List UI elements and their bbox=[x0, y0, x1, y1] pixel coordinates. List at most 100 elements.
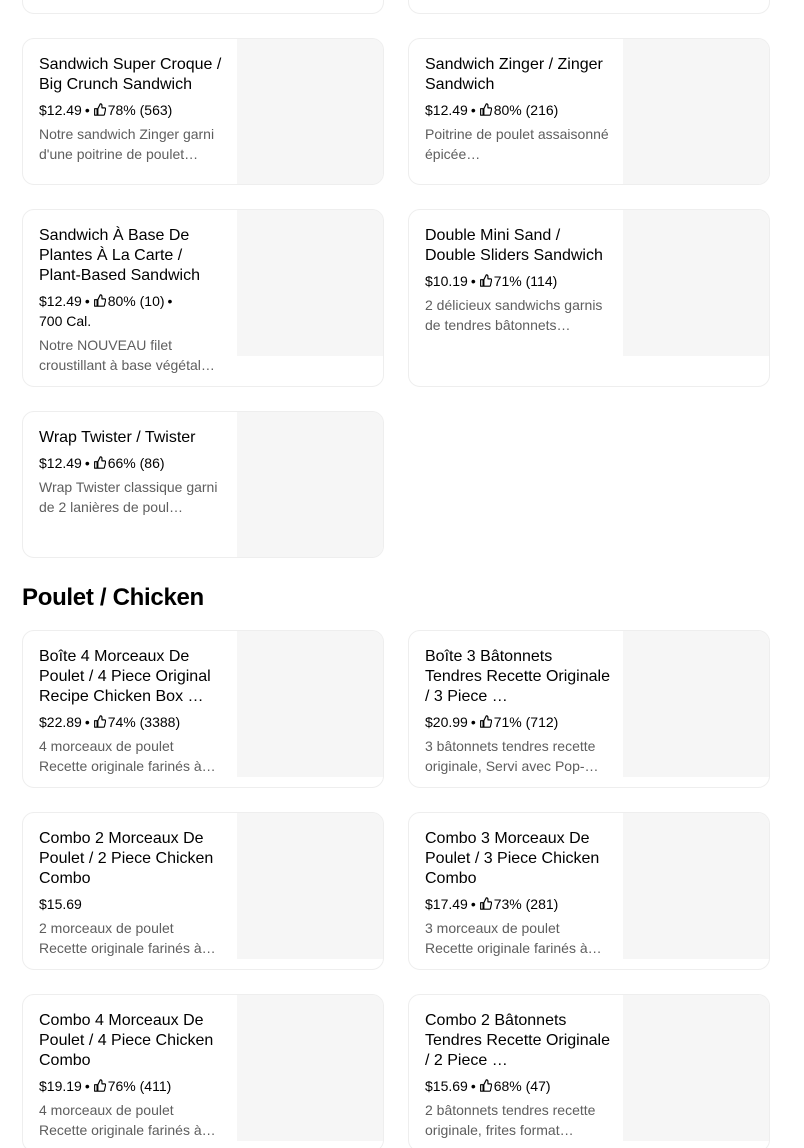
menu-item-info: Combo 2 Morceaux De Poulet / 2 Piece Chi… bbox=[39, 829, 225, 958]
menu-item-image bbox=[623, 995, 769, 1141]
menu-item-description: Poitrine de poulet assaisonné épicée… bbox=[425, 126, 609, 162]
menu-item-info: Sandwich Super Croque / Big Crunch Sandw… bbox=[39, 55, 225, 164]
menu-item-price: $19.19 bbox=[39, 1078, 82, 1094]
menu-item-price: $10.19 bbox=[425, 273, 468, 289]
menu-item-meta: $15.69 • 68% (47) bbox=[425, 1078, 551, 1094]
menu-item-meta: $12.49 • 78% (563) bbox=[39, 102, 173, 118]
menu-item-title: Combo 4 Morceaux De Poulet / 4 Piece Chi… bbox=[39, 1012, 214, 1069]
menu-item-meta: $10.19 • 71% (114) bbox=[425, 273, 558, 289]
menu-item-info: Boîte 3 Bâtonnets Tendres Recette Origin… bbox=[425, 647, 611, 776]
menu-item-description: 4 morceaux de poulet Recette originale f… bbox=[39, 1102, 216, 1138]
menu-item-rating: 80% (10) bbox=[107, 293, 165, 309]
menu-item-image bbox=[623, 210, 769, 356]
menu-item-card[interactable]: Combo 4 Morceaux De Poulet / 4 Piece Chi… bbox=[22, 994, 384, 1148]
menu-item-title: Combo 2 Morceaux De Poulet / 2 Piece Chi… bbox=[39, 830, 214, 887]
menu-item-description: Wrap Twister classique garni de 2 lanièr… bbox=[39, 479, 218, 515]
menu-item-meta: $12.49 • 80% (216) bbox=[425, 102, 559, 118]
menu-item-title: Boîte 4 Morceaux De Poulet / 4 Piece Ori… bbox=[39, 648, 211, 705]
menu-item-rating: 80% (216) bbox=[493, 102, 559, 118]
menu-item-price: $12.49 bbox=[425, 102, 468, 118]
menu-item-info: Sandwich Zinger / Zinger Sandwich $12.49… bbox=[425, 55, 611, 164]
menu-item-description: Notre NOUVEAU filet croustillant à base … bbox=[39, 337, 215, 373]
menu-item-meta: $20.99 • 71% (712) bbox=[425, 714, 559, 730]
menu-item-image bbox=[237, 631, 383, 777]
menu-item-meta: $12.49 • 80% (10) • 700 Cal. bbox=[39, 293, 173, 329]
thumbs-up-icon bbox=[479, 715, 492, 728]
menu-item-title: Sandwich Zinger / Zinger Sandwich bbox=[425, 56, 603, 93]
menu-item-title: Wrap Twister / Twister bbox=[39, 429, 196, 446]
menu-item-meta: $22.89 • 74% (3388) bbox=[39, 714, 181, 730]
menu-item-card-partial[interactable] bbox=[408, 0, 770, 14]
thumbs-up-icon bbox=[479, 1079, 492, 1092]
menu-item-rating: 66% (86) bbox=[107, 455, 165, 471]
thumbs-up-icon bbox=[479, 897, 492, 910]
menu-item-card[interactable]: Combo 3 Morceaux De Poulet / 3 Piece Chi… bbox=[408, 812, 770, 970]
menu-item-card[interactable]: Wrap Twister / Twister $12.49 • 66% (86) W… bbox=[22, 411, 384, 558]
menu-item-rating: 74% (3388) bbox=[107, 714, 181, 730]
menu-item-image bbox=[623, 39, 769, 184]
menu-item-description: Notre sandwich Zinger garni d'une poitri… bbox=[39, 126, 215, 162]
menu-item-title: Double Mini Sand / Double Sliders Sandwi… bbox=[425, 227, 603, 264]
menu-item-price: $12.49 bbox=[39, 455, 82, 471]
menu-item-meta: $12.49 • 66% (86) bbox=[39, 455, 165, 471]
thumbs-up-icon bbox=[93, 1079, 106, 1092]
menu-item-card[interactable]: Boîte 3 Bâtonnets Tendres Recette Origin… bbox=[408, 630, 770, 788]
menu-item-card[interactable]: Sandwich Super Croque / Big Crunch Sandw… bbox=[22, 38, 384, 185]
menu-item-price: $12.49 bbox=[39, 102, 82, 118]
thumbs-up-icon bbox=[93, 294, 106, 307]
menu-item-card[interactable]: Double Mini Sand / Double Sliders Sandwi… bbox=[408, 209, 770, 387]
menu-item-description: 2 bâtonnets tendres recette originale, f… bbox=[425, 1102, 596, 1138]
menu-item-meta: $19.19 • 76% (411) bbox=[39, 1078, 172, 1094]
menu-item-description: 2 morceaux de poulet Recette originale f… bbox=[39, 920, 216, 956]
menu-item-rating: 78% (563) bbox=[107, 102, 173, 118]
menu-item-info: Wrap Twister / Twister $12.49 • 66% (86) W… bbox=[39, 428, 225, 517]
menu-item-rating: 76% (411) bbox=[107, 1078, 172, 1094]
menu-item-rating: 68% (47) bbox=[493, 1078, 551, 1094]
menu-item-title: Combo 3 Morceaux De Poulet / 3 Piece Chi… bbox=[425, 830, 600, 887]
menu-item-info: Sandwich À Base De Plantes À La Carte / … bbox=[39, 226, 225, 375]
menu-item-image bbox=[237, 995, 383, 1141]
menu-item-card[interactable]: Sandwich À Base De Plantes À La Carte / … bbox=[22, 209, 384, 387]
menu-item-title: Sandwich Super Croque / Big Crunch Sandw… bbox=[39, 56, 222, 93]
thumbs-up-icon bbox=[93, 456, 106, 469]
menu-item-rating: 71% (114) bbox=[493, 273, 558, 289]
menu-item-image bbox=[237, 813, 383, 959]
menu-item-description: 3 bâtonnets tendres recette originale, S… bbox=[425, 738, 599, 774]
menu-item-price: $15.69 bbox=[39, 896, 82, 912]
menu-item-meta: $17.49 • 73% (281) bbox=[425, 896, 559, 912]
menu-item-price: $17.49 bbox=[425, 896, 468, 912]
section-title-chicken: Poulet / Chicken bbox=[22, 584, 204, 611]
menu-item-card[interactable]: Boîte 4 Morceaux De Poulet / 4 Piece Ori… bbox=[22, 630, 384, 788]
menu-item-title: Boîte 3 Bâtonnets Tendres Recette Origin… bbox=[425, 648, 610, 705]
menu-item-image bbox=[237, 210, 383, 356]
menu-item-card-partial[interactable] bbox=[22, 0, 384, 14]
menu-item-description: 4 morceaux de poulet Recette originale f… bbox=[39, 738, 216, 774]
menu-item-image bbox=[623, 813, 769, 959]
menu-item-card[interactable]: Combo 2 Bâtonnets Tendres Recette Origin… bbox=[408, 994, 770, 1148]
thumbs-up-icon bbox=[93, 103, 106, 116]
thumbs-up-icon bbox=[479, 103, 492, 116]
menu-item-price: $12.49 bbox=[39, 293, 82, 309]
menu-item-calories: 700 Cal. bbox=[39, 313, 92, 329]
menu-item-rating: 73% (281) bbox=[493, 896, 559, 912]
menu-item-description: 3 morceaux de poulet Recette originale f… bbox=[425, 920, 602, 956]
menu-item-image bbox=[237, 39, 383, 184]
menu-item-title: Combo 2 Bâtonnets Tendres Recette Origin… bbox=[425, 1012, 610, 1069]
menu-item-info: Combo 2 Bâtonnets Tendres Recette Origin… bbox=[425, 1011, 611, 1140]
menu-item-info: Boîte 4 Morceaux De Poulet / 4 Piece Ori… bbox=[39, 647, 225, 776]
menu-item-image bbox=[623, 631, 769, 777]
menu-item-price: $15.69 bbox=[425, 1078, 468, 1094]
menu-item-price: $22.89 bbox=[39, 714, 82, 730]
menu-item-image bbox=[237, 412, 383, 557]
thumbs-up-icon bbox=[479, 274, 492, 287]
menu-item-meta: $15.69 bbox=[39, 894, 225, 914]
menu-item-rating: 71% (712) bbox=[493, 714, 559, 730]
thumbs-up-icon bbox=[93, 715, 106, 728]
menu-item-info: Combo 3 Morceaux De Poulet / 3 Piece Chi… bbox=[425, 829, 611, 958]
menu-item-price: $20.99 bbox=[425, 714, 468, 730]
menu-item-card[interactable]: Combo 2 Morceaux De Poulet / 2 Piece Chi… bbox=[22, 812, 384, 970]
menu-item-description: 2 délicieux sandwichs garnis de tendres … bbox=[425, 297, 603, 333]
menu-item-info: Combo 4 Morceaux De Poulet / 4 Piece Chi… bbox=[39, 1011, 225, 1140]
menu-item-title: Sandwich À Base De Plantes À La Carte / … bbox=[39, 227, 200, 284]
menu-item-card[interactable]: Sandwich Zinger / Zinger Sandwich $12.49… bbox=[408, 38, 770, 185]
